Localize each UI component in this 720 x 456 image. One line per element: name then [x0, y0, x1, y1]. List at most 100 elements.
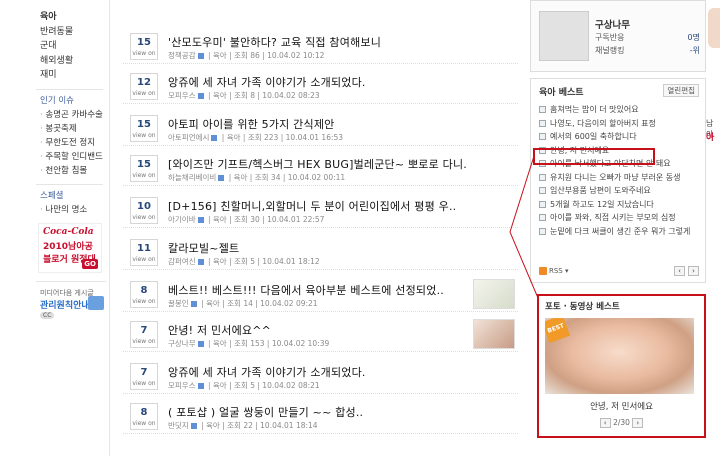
best-item[interactable]: 유치원 다니는 오빠가 마냥 부러운 동생	[539, 171, 701, 185]
view-on-label: view on	[132, 338, 156, 345]
view-on-counter[interactable]: 15 view on	[130, 33, 158, 60]
best-item[interactable]: 예서의 600일 축하합니다	[539, 130, 701, 144]
best-item[interactable]: 훔쳐먹는 밥이 더 맛있어요	[539, 103, 701, 117]
checkbox-icon	[539, 187, 546, 194]
post-category: 육아	[212, 381, 227, 390]
post-author[interactable]: 반딧지	[168, 421, 189, 430]
blog-icon	[197, 93, 204, 99]
issue-item[interactable]: · 주목할 인디밴드	[30, 150, 109, 164]
category-item[interactable]: 재미	[30, 68, 109, 83]
prev-button[interactable]: ‹	[599, 418, 611, 428]
post-author[interactable]: 구상나무	[168, 339, 196, 348]
post-hits: 22	[243, 421, 253, 430]
post-author[interactable]: 하늘채리베이비	[168, 173, 216, 182]
view-on-counter[interactable]: 15 view on	[130, 155, 158, 182]
issue-item[interactable]: · 천안함 침몰	[30, 164, 109, 178]
best-item-title: 예서의 600일 축하합니다	[550, 132, 637, 141]
next-button[interactable]: ›	[632, 418, 644, 428]
rss-link[interactable]: RSS ▾	[539, 267, 569, 275]
best-item-title: 아이를 꽈와, 직접 시키는 부모의 심정	[550, 213, 676, 222]
blog-icon	[190, 423, 197, 429]
post-title[interactable]: 앙쥬에 세 자녀 가족 이야기가 소개되었다.	[168, 74, 468, 90]
view-on-label: view on	[132, 50, 156, 57]
post-meta: 정책공감 | 육아 | 조회 86 | 10.04.02 10:12	[168, 51, 325, 60]
promo-go: GO	[82, 258, 98, 269]
checkbox-icon	[539, 133, 546, 140]
category-item[interactable]: 반려동물	[30, 25, 109, 40]
best-item[interactable]: 아이를 꽈와, 직접 시키는 부모의 심정	[539, 211, 701, 225]
view-on-counter[interactable]: 11 view on	[130, 239, 158, 266]
post-title[interactable]: [D+156] 친할머니,외할머니 두 분이 어린이집에서 평평 우..	[168, 198, 468, 214]
post-author[interactable]: 정책공감	[168, 51, 196, 60]
prev-button[interactable]: ‹	[674, 266, 685, 276]
post-title[interactable]: 안녕! 저 민서에요^^	[168, 322, 468, 338]
post-author[interactable]: 꿀봉인	[168, 299, 189, 308]
issue-item[interactable]: · 봉곳축제	[30, 122, 109, 136]
post-category: 육아	[226, 133, 241, 142]
view-on-counter[interactable]: 7 view on	[130, 321, 158, 348]
post-author[interactable]: 아기이바	[168, 215, 196, 224]
view-on-counter[interactable]: 8 view on	[130, 403, 158, 430]
view-on-counter[interactable]: 7 view on	[130, 363, 158, 390]
view-count: 7	[140, 325, 148, 336]
best-badge: BEST	[545, 318, 571, 344]
open-edit-button[interactable]: 열린편집	[663, 84, 699, 97]
post-date: 10.04.02 00:11	[287, 173, 346, 182]
post-row: 7 view on 안녕! 저 민서에요^^ 구상나무 | 육아 | 조회 153 |…	[123, 316, 518, 352]
post-title[interactable]: 베스트!! 베스트!!! 다음에서 육아부분 베스트에 선정되었..	[168, 282, 468, 298]
post-category: 육아	[233, 173, 248, 182]
post-category: 육아	[212, 339, 227, 348]
blog-icon	[218, 175, 225, 181]
view-on-counter[interactable]: 8 view on	[130, 281, 158, 308]
checkbox-icon	[539, 214, 546, 221]
category-item[interactable]: 해외생활	[30, 54, 109, 69]
view-on-counter[interactable]: 10 view on	[130, 197, 158, 224]
next-button[interactable]: ›	[688, 266, 699, 276]
post-author[interactable]: 모피우스	[168, 381, 196, 390]
post-title[interactable]: [와이즈만 기프트/헥스버그 HEX BUG]벌레군단~ 뽀로로 다니..	[168, 156, 468, 172]
special-item[interactable]: · 나만의 명소	[30, 203, 109, 217]
blog-icon	[211, 135, 218, 141]
post-author[interactable]: 모피우스	[168, 91, 196, 100]
post-meta: 하늘채리베이비 | 육아 | 조회 34 | 10.04.02 00:11	[168, 173, 346, 182]
post-title[interactable]: 앙쥬에 세 자녀 가족 이야기가 소개되었다.	[168, 364, 468, 380]
checkbox-icon	[539, 119, 546, 127]
category-item[interactable]: 육아	[30, 10, 109, 25]
post-title[interactable]: ( 포토샵 ) 얼굴 쌍둥이 만들기 ~~ 합성..	[168, 404, 468, 420]
hits-label: 조회	[234, 51, 248, 60]
post-meta: 반딧지 | 육아 | 조회 22 | 10.04.01 18:14	[168, 421, 318, 430]
post-title[interactable]: '산모도우미' 불안하다? 교육 직접 참여해보니	[168, 34, 468, 50]
best-item[interactable]: 나영도, 다음이의 할아버지 표정	[539, 117, 701, 131]
post-author[interactable]: 아토피언에시	[168, 133, 209, 142]
photo-caption[interactable]: 안녕, 저 민서에요	[539, 400, 704, 412]
divider	[36, 88, 103, 90]
avatar[interactable]	[539, 11, 589, 61]
checkbox-icon	[539, 173, 546, 181]
best-item[interactable]: 임산부용품 남편이 도와주네요	[539, 184, 701, 198]
view-on-counter[interactable]: 12 view on	[130, 73, 158, 100]
post-title[interactable]: 칼라모빌~젤트	[168, 240, 468, 256]
category-item[interactable]: 군대	[30, 39, 109, 54]
view-count: 11	[137, 243, 151, 254]
post-title[interactable]: 아토피 아이를 위한 5가지 간식제안	[168, 116, 468, 132]
issue-item[interactable]: · 송명곤 카바수술	[30, 108, 109, 122]
best-item[interactable]: 5개월 하고도 12일 지났습니다	[539, 198, 701, 212]
best-item[interactable]: 눈밑에 다크 써클이 생긴 준우 뭐가 그렇게	[539, 225, 701, 239]
post-row: 8 view on ( 포토샵 ) 얼굴 쌍둥이 만들기 ~~ 합성.. 반딧지 | …	[123, 398, 518, 434]
hits-label: 조회	[227, 299, 241, 308]
post-category: 육아	[212, 91, 227, 100]
post-row: 10 view on [D+156] 친할머니,외할머니 두 분이 어린이집에서 평…	[123, 192, 518, 228]
checkbox-icon	[539, 106, 546, 113]
policy-notice-banner[interactable]: 미디어다음 게시글 관리원칙안내 CC	[36, 280, 106, 319]
post-author[interactable]: 감퍼여신	[168, 257, 196, 266]
best-item-title: 유치원 다니는 오빠가 마냥 부러운 동생	[550, 172, 681, 182]
issue-item[interactable]: · 무한도전 정지	[30, 136, 109, 150]
post-thumbnail[interactable]	[473, 319, 515, 349]
coca-cola-promo-banner[interactable]: Coca-Cola 2010남아공 블로거 원정대 GO	[38, 222, 102, 273]
post-date: 10.04.01 16:53	[285, 133, 344, 142]
profile-name[interactable]: 구상나무	[595, 17, 630, 31]
baby-photo[interactable]: BEST	[545, 318, 694, 394]
view-on-counter[interactable]: 15 view on	[130, 115, 158, 142]
view-count: 7	[140, 367, 148, 378]
view-count: 12	[137, 77, 151, 88]
